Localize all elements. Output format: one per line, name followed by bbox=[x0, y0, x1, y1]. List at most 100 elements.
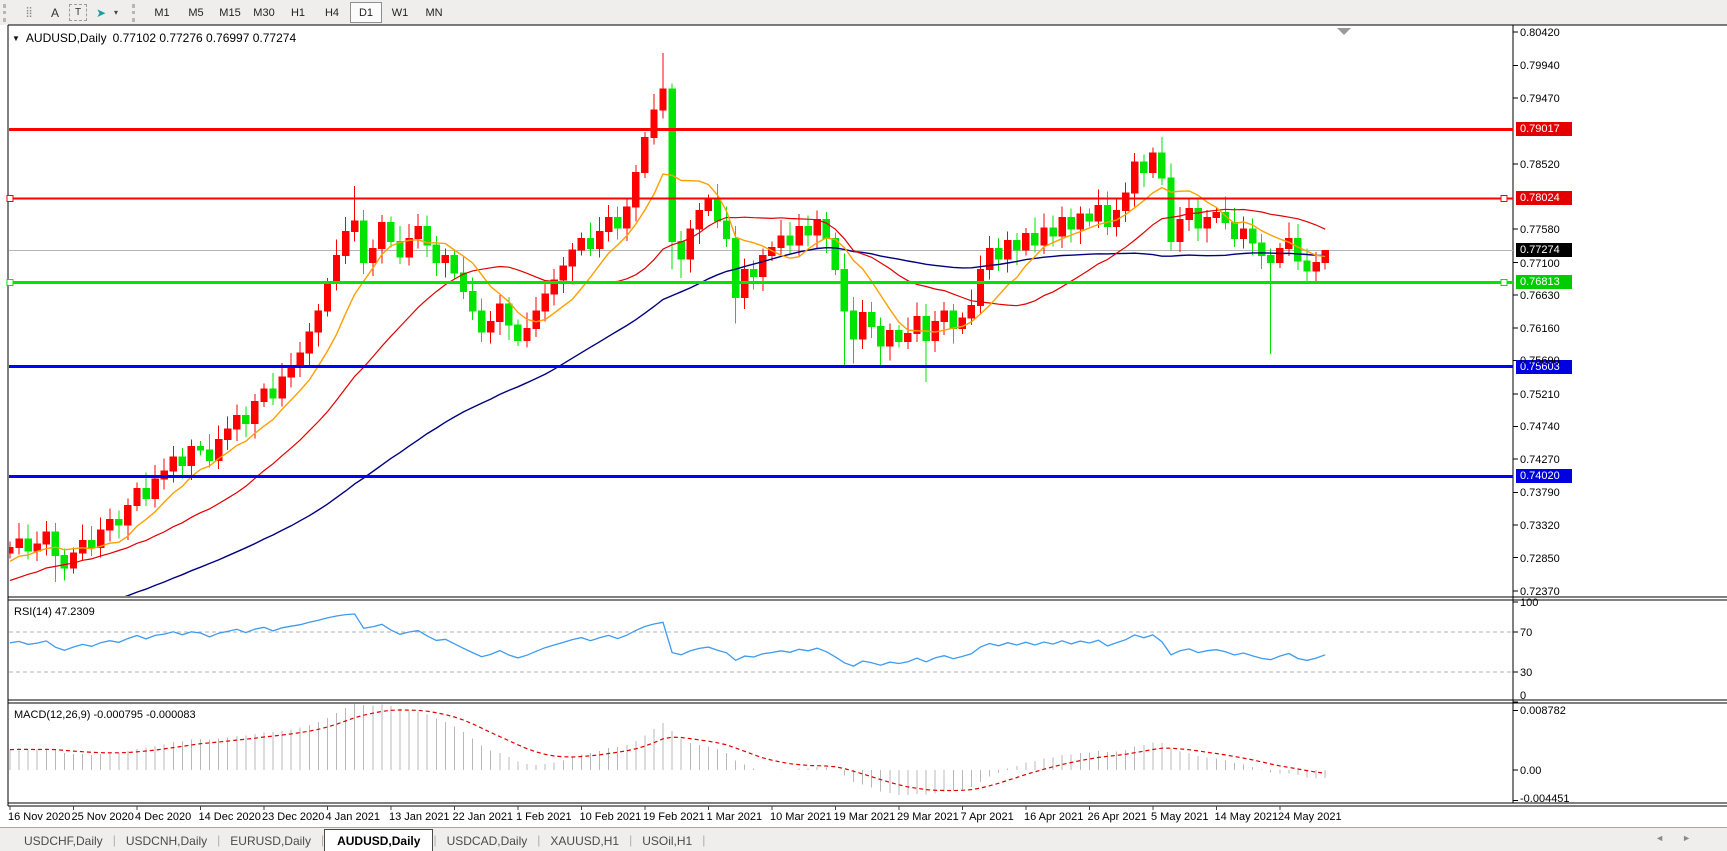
candle-body bbox=[87, 539, 96, 548]
tab-scroll-left-icon[interactable]: ◄ bbox=[1655, 833, 1682, 843]
chart-canvas[interactable] bbox=[0, 0, 1727, 851]
tab-scroll-right-icon[interactable]: ► bbox=[1682, 833, 1709, 843]
candle-body bbox=[577, 237, 586, 251]
candle-body bbox=[940, 310, 948, 323]
candle-body bbox=[904, 332, 912, 343]
chart-tab-usdcnh[interactable]: USDCNH,Daily bbox=[116, 829, 217, 851]
candle-body bbox=[305, 331, 314, 354]
candle-body bbox=[1013, 239, 1021, 251]
candle-body bbox=[1076, 213, 1084, 230]
chart-shift-marker-icon[interactable] bbox=[1337, 28, 1351, 35]
candle-body bbox=[178, 456, 187, 466]
candle-body bbox=[15, 538, 23, 548]
candle-body bbox=[1257, 242, 1266, 257]
candle-body bbox=[514, 324, 522, 341]
chart-tab-eurusd[interactable]: EURUSD,Daily bbox=[220, 829, 321, 851]
candle-body bbox=[60, 555, 69, 569]
candle-body bbox=[967, 305, 976, 319]
candle-body bbox=[350, 220, 359, 232]
chart-tab-usdcad[interactable]: USDCAD,Daily bbox=[437, 829, 538, 851]
candle-body bbox=[813, 219, 821, 236]
candle-body bbox=[69, 552, 78, 569]
candle-body bbox=[1040, 227, 1048, 246]
candle-body bbox=[496, 303, 504, 323]
candle-body bbox=[33, 543, 41, 552]
candle-body bbox=[731, 237, 740, 298]
candle-body bbox=[1303, 260, 1311, 272]
candle-body bbox=[468, 291, 477, 312]
candle-body bbox=[686, 228, 694, 260]
line-drag-handle[interactable] bbox=[6, 194, 14, 202]
candle-body bbox=[1212, 212, 1221, 218]
candle-body bbox=[650, 109, 658, 139]
candle-body bbox=[51, 531, 60, 557]
ma-mid-line bbox=[9, 208, 1326, 582]
candle-body bbox=[378, 221, 386, 250]
candle-body bbox=[704, 199, 713, 211]
chart-tab-usdchf[interactable]: USDCHF,Daily bbox=[14, 829, 113, 851]
candle-body bbox=[124, 505, 132, 526]
candle-body bbox=[441, 255, 450, 264]
candle-body bbox=[668, 88, 676, 243]
candlestick-series bbox=[9, 52, 1329, 582]
candle-body bbox=[251, 400, 259, 425]
candle-body bbox=[922, 316, 930, 341]
candle-body bbox=[795, 225, 803, 246]
candle-body bbox=[1130, 161, 1139, 194]
macd-indicator-label: MACD(12,26,9) -0.000795 -0.000083 bbox=[14, 709, 196, 721]
chart-tab-bar: USDCHF,Daily | USDCNH,Daily | EURUSD,Daily | A… bbox=[0, 827, 1727, 851]
candle-body bbox=[858, 312, 867, 340]
candle-body bbox=[1004, 239, 1012, 260]
candle-body bbox=[613, 216, 622, 229]
candle-body bbox=[205, 449, 214, 461]
chart-tab-usoil[interactable]: USOil,H1 bbox=[632, 829, 702, 851]
candle-body bbox=[450, 255, 459, 274]
candle-body bbox=[786, 235, 794, 246]
candle-body bbox=[432, 244, 440, 264]
candle-body bbox=[949, 310, 957, 330]
chart-tab-audusd[interactable]: AUDUSD,Daily bbox=[324, 829, 434, 851]
candle-body bbox=[187, 446, 196, 466]
candle-body bbox=[750, 269, 758, 277]
candle-body bbox=[360, 220, 368, 264]
candle-body bbox=[1031, 232, 1039, 246]
candle-body bbox=[641, 137, 649, 173]
candle-body bbox=[142, 487, 150, 500]
candle-body bbox=[877, 325, 885, 347]
candle-body bbox=[632, 171, 640, 208]
candle-body bbox=[831, 237, 840, 270]
candle-body bbox=[976, 269, 985, 307]
tab-scroll-arrows[interactable]: ◄► bbox=[1655, 833, 1709, 843]
rsi-line bbox=[9, 613, 1326, 667]
candle-body bbox=[78, 539, 87, 554]
candle-body bbox=[24, 538, 32, 552]
candle-body bbox=[1167, 177, 1175, 243]
line-drag-handle[interactable] bbox=[1500, 194, 1508, 202]
candle-body bbox=[713, 199, 722, 222]
candle-body bbox=[1149, 152, 1157, 173]
candle-body bbox=[1230, 221, 1239, 239]
candle-body bbox=[223, 428, 232, 441]
candle-body bbox=[604, 216, 613, 232]
line-drag-handle[interactable] bbox=[1500, 278, 1508, 286]
candle-body bbox=[1194, 207, 1202, 229]
candle-body bbox=[42, 531, 50, 545]
candle-body bbox=[1267, 255, 1275, 264]
chart-tab-xauusd[interactable]: XAUUSD,H1 bbox=[540, 829, 629, 851]
candle-body bbox=[1158, 152, 1166, 179]
ma-slow-line bbox=[124, 246, 1326, 596]
candle-body bbox=[332, 255, 341, 284]
candle-body bbox=[169, 456, 177, 472]
line-drag-handle[interactable] bbox=[6, 278, 14, 286]
candle-body bbox=[1121, 192, 1130, 211]
candle-body bbox=[867, 312, 876, 327]
candle-body bbox=[722, 220, 731, 239]
candle-body bbox=[623, 206, 631, 229]
trading-terminal-window: ⣿ A T ➤ ▾ M1 M5 M15 M30 H1 H4 D1 W1 MN ▼ AUDUSD,… bbox=[0, 0, 1727, 851]
candle-body bbox=[1248, 228, 1257, 244]
candle-body bbox=[115, 519, 123, 526]
candle-body bbox=[133, 487, 141, 507]
candle-body bbox=[1294, 237, 1302, 262]
candle-body bbox=[106, 519, 114, 531]
candle-body bbox=[1049, 227, 1057, 237]
